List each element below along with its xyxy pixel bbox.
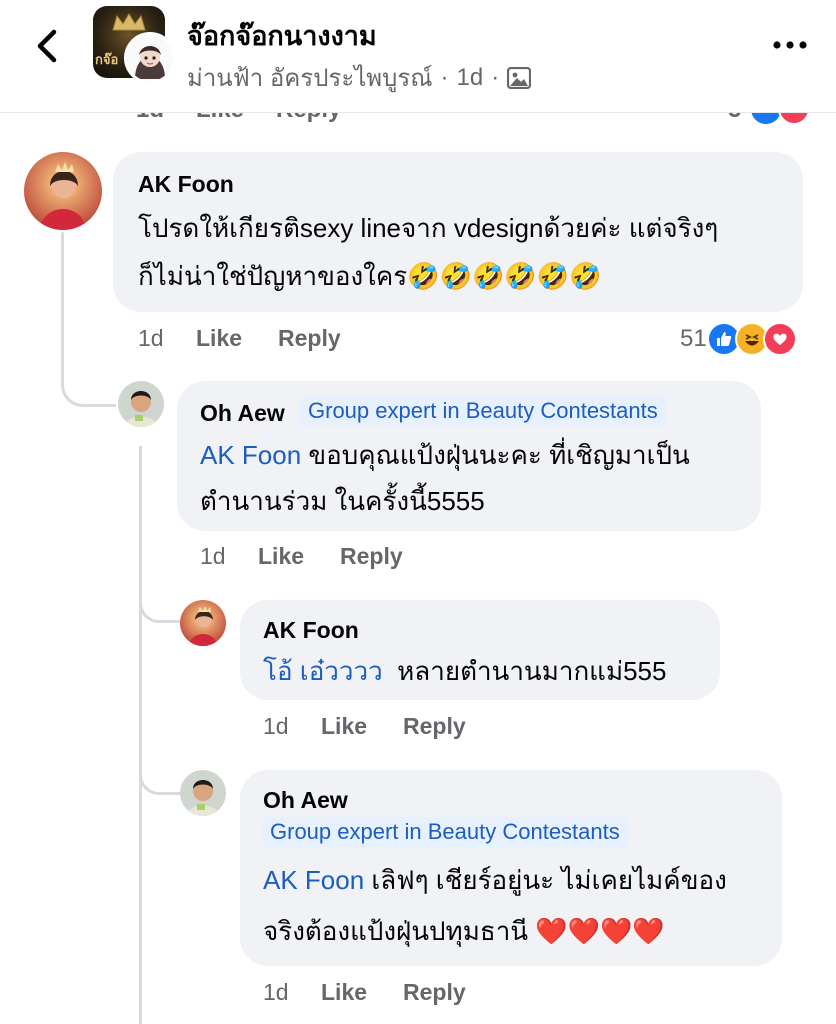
comment-text: ขอบคุณแป้งฝุ่นนะคะ ที่เชิญมาเป็น [301,440,690,470]
comment-text-line: ก็ไม่น่าใช่ปัญหาของใคร🤣🤣🤣🤣🤣🤣 [138,261,602,291]
comment-time[interactable]: 1d [200,543,258,570]
group-expert-badge[interactable]: Group expert in Beauty Contestants [262,817,628,847]
back-chevron-icon[interactable] [30,26,64,66]
thread-connector [139,752,180,795]
avatar-photo [180,600,226,646]
like-button[interactable]: Like [196,325,278,352]
post-subtitle: ม่านฟ้า อัครประไพบูรณ์ · 1d · [187,58,532,97]
reply-button[interactable]: Reply [403,713,466,740]
commenter-avatar[interactable] [24,152,102,230]
thread-line [139,446,142,1024]
more-dots-icon[interactable] [770,34,810,56]
comment-time[interactable]: 1d [138,325,196,352]
comment-actions: 1d Like Reply [263,979,466,1006]
comment-author[interactable]: AK Foon [138,171,234,198]
reply-button[interactable]: Reply [403,979,466,1006]
comment-text-line: จริงต้องแป้งฝุ่นปทุมธานี ❤️❤️❤️❤️ [263,916,665,946]
comment-text-line: โอ้ เอ๋วววว หลายตำนานมากแม่555 [263,648,666,694]
mention-link[interactable]: AK Foon [263,865,364,895]
group-expert-badge[interactable]: Group expert in Beauty Contestants [300,396,666,426]
separator: · [491,63,500,91]
photo-icon [507,66,532,89]
comment-text-line: AK Foon ขอบคุณแป้งฝุ่นนะคะ ที่เชิญมาเป็น [200,432,690,478]
reaction-count: 51 [680,325,707,352]
reply-button[interactable]: Reply [278,325,341,352]
mention-link[interactable]: AK Foon [200,440,301,470]
poster-avatar-image [127,35,173,81]
reply-button[interactable]: Reply [340,543,403,570]
like-button[interactable]: Like [321,979,403,1006]
reaction-summary[interactable]: 51 [680,322,797,356]
thread-connector [139,580,180,623]
comment-text-line: โปรดให้เกียรติsexy lineจาก vdesignด้วยค่… [138,213,719,243]
mention-link[interactable]: โอ้ เอ๋วววว [263,656,383,686]
love-reaction-icon [762,322,797,356]
thread-line [61,232,64,380]
commenter-avatar[interactable] [118,381,164,427]
crown-icon [112,13,146,31]
comment-actions: 1d Like Reply [263,713,466,740]
avatar-photo [118,381,164,427]
group-name[interactable]: จ๊อกจ๊อกนางงาม [187,14,377,57]
poster-avatar[interactable] [124,32,176,84]
comment-time[interactable]: 1d [263,979,321,1006]
comment-text: หลายตำนานมากแม่555 [382,656,667,686]
comment-author[interactable]: Oh Aew [200,400,285,427]
comment-author[interactable]: Oh Aew [263,787,348,814]
like-button[interactable]: Like [321,713,403,740]
comment-actions: 1d Like Reply [200,543,403,570]
avatar-photo [180,770,226,816]
post-time[interactable]: 1d [457,64,484,92]
comment-text: เลิฟๆ เชียร์อยู่นะ ไม่เคยไมค์ของ [364,865,727,895]
separator: · [440,63,449,91]
thread-connector [61,360,116,407]
comment-author[interactable]: AK Foon [263,617,359,644]
comment-text-line: AK Foon เลิฟๆ เชียร์อยู่นะ ไม่เคยไมค์ของ [263,857,727,903]
comment-text-line: ตำนานร่วม ในครั้งนี้5555 [200,486,485,516]
post-header: กจ๊อ จ๊อกจ๊อกนางงาม ม่านฟ้า อัครประไพบูร… [0,0,836,113]
avatar-photo [24,152,102,230]
commenter-avatar[interactable] [180,600,226,646]
poster-name[interactable]: ม่านฟ้า อัครประไพบูรณ์ [187,58,433,97]
comment-time[interactable]: 1d [263,713,321,740]
commenter-avatar[interactable] [180,770,226,816]
like-button[interactable]: Like [258,543,340,570]
comment-actions: 1d Like Reply [138,325,341,352]
